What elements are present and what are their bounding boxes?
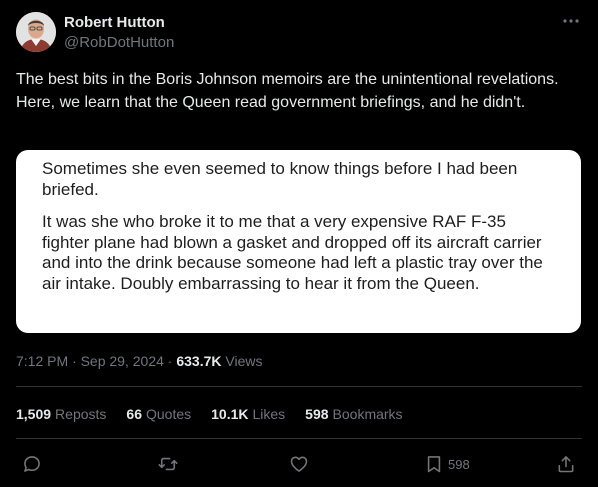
more-button[interactable] [560,14,582,28]
action-bar: 598 [0,452,598,476]
divider [16,386,582,387]
stat-reposts[interactable]: 1,509 Reposts [16,405,106,423]
author-display-name[interactable]: Robert Hutton [64,14,174,32]
attached-image[interactable]: Sometimes she even seemed to know things… [16,150,581,333]
reply-button[interactable] [22,452,42,476]
repost-icon [158,454,178,474]
tweet-text: The best bits in the Boris Johnson memoi… [16,71,559,111]
image-text-paragraph-1: Sometimes she even seemed to know things… [42,159,518,199]
avatar-photo [16,12,56,52]
share-button[interactable] [556,452,576,476]
image-text-paragraph-2: It was she who broke it to me that a ver… [42,212,543,293]
reply-icon [22,454,42,474]
tweet: Robert Hutton @RobDotHutton The best bit… [0,0,598,487]
stat-reposts-count: 1,509 [16,406,52,422]
repost-button[interactable] [158,452,178,476]
stat-likes-label: Likes [252,406,286,422]
share-icon [556,454,576,474]
tweet-meta: 7:12 PM · Sep 29, 2024 · 633.7K Views [16,352,262,370]
author-info: Robert Hutton @RobDotHutton [64,14,174,53]
like-button[interactable] [289,452,309,476]
stat-quotes-label: Quotes [145,406,192,422]
engagement-stats: 1,509 Reposts 66 Quotes 10.1K Likes 598 Book… [16,405,423,423]
stat-quotes[interactable]: 66 Quotes [126,405,191,423]
author-handle[interactable]: @RobDotHutton [64,33,174,53]
like-icon [289,454,309,474]
views-label: Views [225,353,263,369]
more-icon [563,19,579,23]
stat-bookmarks[interactable]: 598 Bookmarks [305,405,402,423]
stat-quotes-count: 66 [126,406,142,422]
stat-likes[interactable]: 10.1K Likes [211,405,285,423]
meta-separator-2: · [163,353,177,369]
stat-likes-count: 10.1K [211,406,249,422]
bookmark-icon [424,454,444,474]
avatar[interactable] [16,12,56,52]
stat-reposts-label: Reposts [55,406,107,422]
tweet-date[interactable]: Sep 29, 2024 [81,353,164,369]
meta-separator: · [68,353,81,369]
views-count: 633.7K [176,353,222,369]
bookmark-button[interactable]: 598 [424,452,470,476]
stat-bookmarks-count: 598 [305,406,329,422]
bookmark-count: 598 [448,456,470,472]
stat-bookmarks-label: Bookmarks [332,406,403,422]
tweet-time[interactable]: 7:12 PM [16,353,68,369]
divider [16,438,582,439]
